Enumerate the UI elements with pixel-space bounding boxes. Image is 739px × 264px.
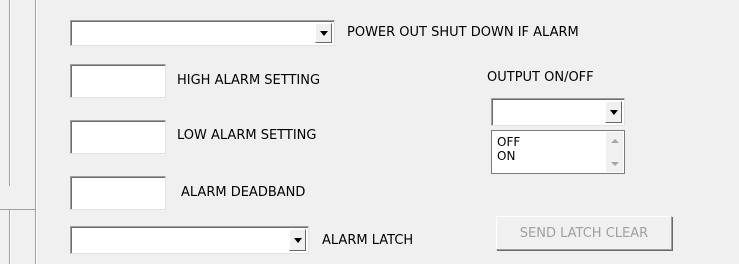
left-panel-border-highlight — [10, 0, 11, 186]
output-on-off-combo[interactable] — [491, 98, 625, 126]
send-latch-clear-label: SEND LATCH CLEAR — [519, 225, 649, 241]
alarm-deadband-label: ALARM DEADBAND — [181, 185, 306, 200]
output-on-off-label: OUTPUT ON/OFF — [487, 70, 594, 85]
left-panel-border-bottom-highlight — [10, 210, 11, 264]
alarm-deadband-input[interactable] — [70, 176, 166, 210]
chevron-down-icon — [319, 30, 328, 36]
scroll-down-icon — [610, 161, 619, 166]
chevron-down-icon — [293, 237, 302, 243]
output-options-list[interactable]: OFF ON — [491, 130, 625, 174]
output-dropdown-button[interactable] — [605, 101, 622, 123]
alarm-latch-label: ALARM LATCH — [322, 233, 414, 248]
alarm-latch-combo[interactable] — [70, 226, 309, 254]
scroll-down-button[interactable] — [606, 156, 623, 171]
scroll-up-button[interactable] — [606, 133, 623, 148]
output-list-scrollbar[interactable] — [606, 132, 623, 172]
power-out-shutdown-label: POWER OUT SHUT DOWN IF ALARM — [347, 25, 579, 40]
scroll-up-icon — [610, 138, 619, 143]
high-alarm-setting-label: HIGH ALARM SETTING — [177, 73, 321, 88]
power-out-shutdown-combo[interactable] — [70, 20, 335, 46]
separator-top — [0, 209, 35, 210]
chevron-down-icon — [609, 109, 618, 115]
power-out-dropdown-button[interactable] — [315, 23, 332, 43]
group-border-left-highlight — [36, 0, 37, 264]
send-latch-clear-button[interactable]: SEND LATCH CLEAR — [496, 216, 672, 250]
low-alarm-setting-input[interactable] — [70, 120, 166, 154]
output-option-off[interactable]: OFF — [497, 136, 520, 149]
output-option-on[interactable]: ON — [497, 150, 515, 163]
alarm-latch-dropdown-button[interactable] — [289, 229, 306, 251]
high-alarm-setting-input[interactable] — [70, 64, 166, 98]
low-alarm-setting-label: LOW ALARM SETTING — [177, 128, 317, 143]
